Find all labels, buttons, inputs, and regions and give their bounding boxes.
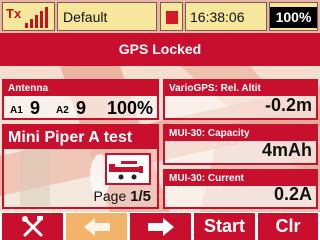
status-bar: Tx Default 16:38:06 100% bbox=[0, 0, 320, 33]
previous-page-button[interactable] bbox=[66, 213, 127, 240]
capacity-value: 4mAh bbox=[261, 140, 312, 160]
telemetry-screen: Antenna A1 9 A2 9 100% Mini Piper A test… bbox=[0, 66, 320, 212]
model-panel: Mini Piper A test Page 1/5 bbox=[2, 124, 159, 209]
start-button[interactable]: Start bbox=[194, 213, 255, 240]
clear-button[interactable]: Clr bbox=[258, 213, 318, 240]
clock-box: 16:38:06 bbox=[185, 2, 267, 31]
airplane-icon bbox=[105, 153, 151, 185]
antenna-a1-value: 9 bbox=[30, 98, 41, 118]
antenna-a2-value: 9 bbox=[76, 98, 87, 118]
arrow-left-icon bbox=[83, 217, 110, 236]
function-key-bar: Start Clr bbox=[0, 212, 320, 240]
capacity-header: MUI-30: Capacity bbox=[165, 126, 316, 141]
record-stop-icon bbox=[166, 11, 178, 24]
tx-signal-box: Tx bbox=[2, 2, 55, 31]
antenna-panel: Antenna A1 9 A2 9 100% bbox=[2, 79, 159, 120]
signal-strength-icon bbox=[25, 7, 53, 28]
page-number: 1/5 bbox=[130, 188, 151, 205]
arrow-right-icon bbox=[147, 217, 174, 236]
tools-icon bbox=[21, 215, 43, 236]
current-panel: MUI-30: Current 0.2A bbox=[163, 169, 318, 209]
tools-button[interactable] bbox=[2, 213, 63, 240]
altitude-panel: VarioGPS: Rel. Altit -0.2m bbox=[163, 79, 318, 120]
antenna-a1-label: A1 bbox=[10, 105, 23, 116]
model-name-box[interactable]: Default bbox=[57, 2, 157, 31]
model-title: Mini Piper A test bbox=[4, 126, 157, 149]
current-value: 0.2A bbox=[273, 184, 312, 204]
antenna-header: Antenna bbox=[4, 81, 157, 96]
altitude-value: -0.2m bbox=[264, 95, 312, 115]
model-name: Default bbox=[63, 9, 108, 25]
antenna-quality: 100% bbox=[106, 98, 153, 118]
record-box[interactable] bbox=[160, 2, 183, 31]
page-title: GPS Locked bbox=[0, 33, 320, 66]
clock-time: 16:38:06 bbox=[190, 9, 245, 25]
battery-level: 100% bbox=[270, 7, 317, 28]
capacity-panel: MUI-30: Capacity 4mAh bbox=[163, 124, 318, 165]
altitude-header: VarioGPS: Rel. Altit bbox=[165, 81, 316, 96]
page-indicator: Page 1/5 bbox=[94, 188, 151, 205]
page-label: Page bbox=[93, 188, 127, 204]
tx-label: Tx bbox=[6, 6, 22, 21]
next-page-button[interactable] bbox=[130, 213, 191, 240]
antenna-a2-label: A2 bbox=[56, 105, 69, 116]
battery-box: 100% bbox=[269, 2, 318, 31]
